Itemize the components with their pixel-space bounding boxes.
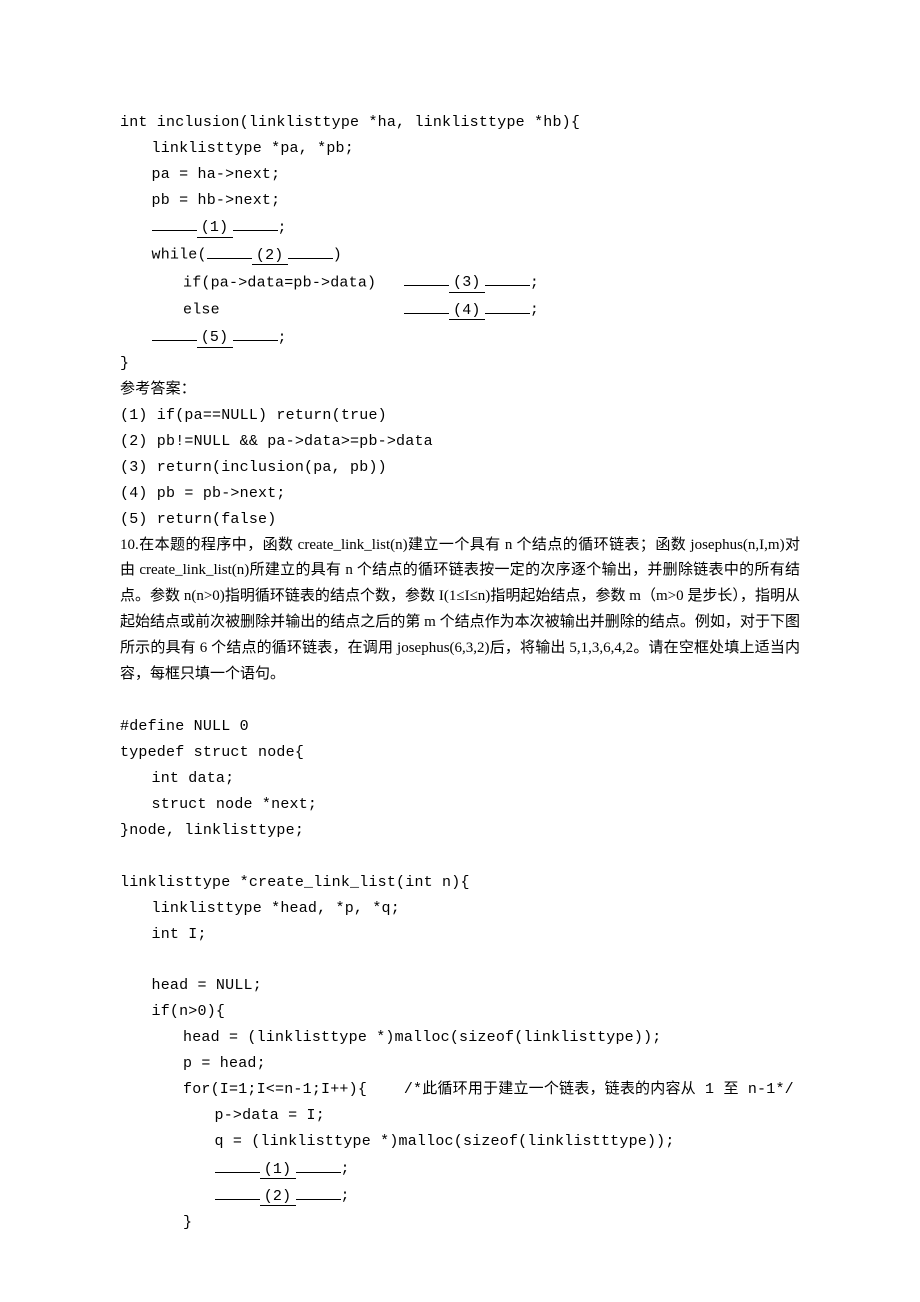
code-line: }node, linklisttype; [120,818,800,844]
code-line-blank: else (4); [120,296,800,323]
answers-title: 参考答案： [120,377,800,403]
blank-line [120,844,800,870]
code-line: pa = ha->next; [120,162,800,188]
code-text: ; [278,219,287,236]
blank-number: (1) [264,1162,292,1179]
code-text: ; [341,1188,350,1205]
code-line-blank: (5); [120,324,800,351]
code-line: head = NULL; [120,973,800,999]
code-line: head = (linklisttype *)malloc(sizeof(lin… [120,1025,800,1051]
code-line: p = head; [120,1051,800,1077]
blank-number: (3) [453,275,481,292]
code-line: int data; [120,766,800,792]
code-line-blank: while( (2)) [120,241,800,268]
code-line: } [120,351,800,377]
code-line: linklisttype *head, *p, *q; [120,896,800,922]
code-text: ; [530,302,539,319]
code-text: while( [152,247,207,264]
blank-number: (2) [256,248,284,265]
blank-number: (4) [453,303,481,320]
code-line: for(I=1;I<=n-1;I++){ /*此循环用于建立一个链表，链表的内容… [120,1077,800,1103]
code-text: ) [333,247,342,264]
answer-line: (2) pb!=NULL && pa->data>=pb->data [120,429,800,455]
blank-number: (1) [201,220,229,237]
code-text: ; [530,274,539,291]
code-line: #define NULL 0 [120,714,800,740]
document-page: int inclusion(linklisttype *ha, linklist… [0,0,920,1302]
code-line: p->data = I; [120,1103,800,1129]
question-text: 10.在本题的程序中，函数 create_link_list(n)建立一个具有 … [120,533,800,689]
code-text: else [183,302,404,319]
code-text: ; [341,1161,350,1178]
code-line: q = (linklisttype *)malloc(sizeof(linkli… [120,1129,800,1155]
code-text: for(I=1;I<=n-1;I++){ [183,1081,404,1098]
answer-line: (5) return(false) [120,507,800,533]
code-text: ; [278,329,287,346]
blank-line [120,948,800,974]
code-line: int inclusion(linklisttype *ha, linklist… [120,110,800,136]
code-line: pb = hb->next; [120,188,800,214]
code-line-blank: (1); [120,1155,800,1182]
blank-number: (5) [201,330,229,347]
code-line-blank: (1); [120,214,800,241]
code-text: if(pa->data=pb->data) [183,274,404,291]
code-line: typedef struct node{ [120,740,800,766]
blank-number: (2) [264,1189,292,1206]
code-line: linklisttype *create_link_list(int n){ [120,870,800,896]
code-line: } [120,1210,800,1236]
answer-line: (3) return(inclusion(pa, pb)) [120,455,800,481]
code-line: struct node *next; [120,792,800,818]
code-comment: /*此循环用于建立一个链表，链表的内容从 1 至 n-1*/ [404,1081,794,1098]
code-line: if(n>0){ [120,999,800,1025]
blank-line [120,688,800,714]
code-line-blank: if(pa->data=pb->data) (3); [120,269,800,296]
code-line-blank: (2); [120,1182,800,1209]
code-line: linklisttype *pa, *pb; [120,136,800,162]
code-line: int I; [120,922,800,948]
answer-line: (4) pb = pb->next; [120,481,800,507]
answer-line: (1) if(pa==NULL) return(true) [120,403,800,429]
